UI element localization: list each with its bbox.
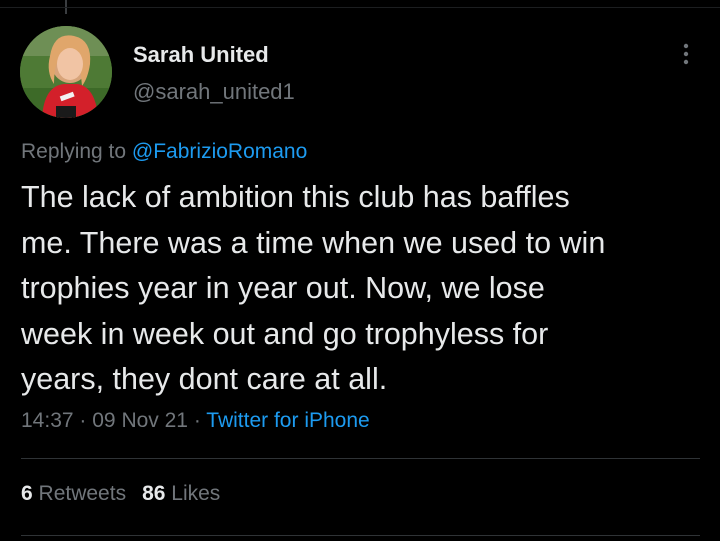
tweet-text: The lack of ambition this club has baffl… [21,180,606,396]
retweets-stat[interactable]: 6 Retweets [21,482,126,505]
tweet-meta: 14:37 · 09 Nov 21 · Twitter for iPhone [21,409,370,433]
more-vertical-icon [683,43,689,65]
tweet-stats: 6 Retweets 86 Likes [21,482,220,506]
profile-photo-image [20,26,112,118]
avatar[interactable] [20,26,112,118]
replying-to-label: Replying to [21,140,127,163]
top-border [0,7,720,8]
likes-label: Likes [171,482,221,505]
meta-separator: · [79,409,87,432]
divider [21,535,700,536]
retweets-label: Retweets [38,482,127,505]
display-name[interactable]: Sarah United [133,42,269,68]
meta-separator: · [193,409,201,432]
more-options-button[interactable] [674,40,698,68]
user-handle[interactable]: @sarah_united1 [133,79,295,105]
divider [21,458,700,459]
tweet-time[interactable]: 14:37 [21,409,74,432]
mention-link[interactable]: @FabrizioRomano [132,140,307,163]
likes-stat[interactable]: 86 Likes [142,482,220,505]
retweets-count: 6 [21,482,33,505]
replying-to: Replying to @FabrizioRomano [21,140,307,164]
tweet-date[interactable]: 09 Nov 21 [92,409,188,432]
tweet-source-link[interactable]: Twitter for iPhone [206,409,369,432]
likes-count: 86 [142,482,166,505]
